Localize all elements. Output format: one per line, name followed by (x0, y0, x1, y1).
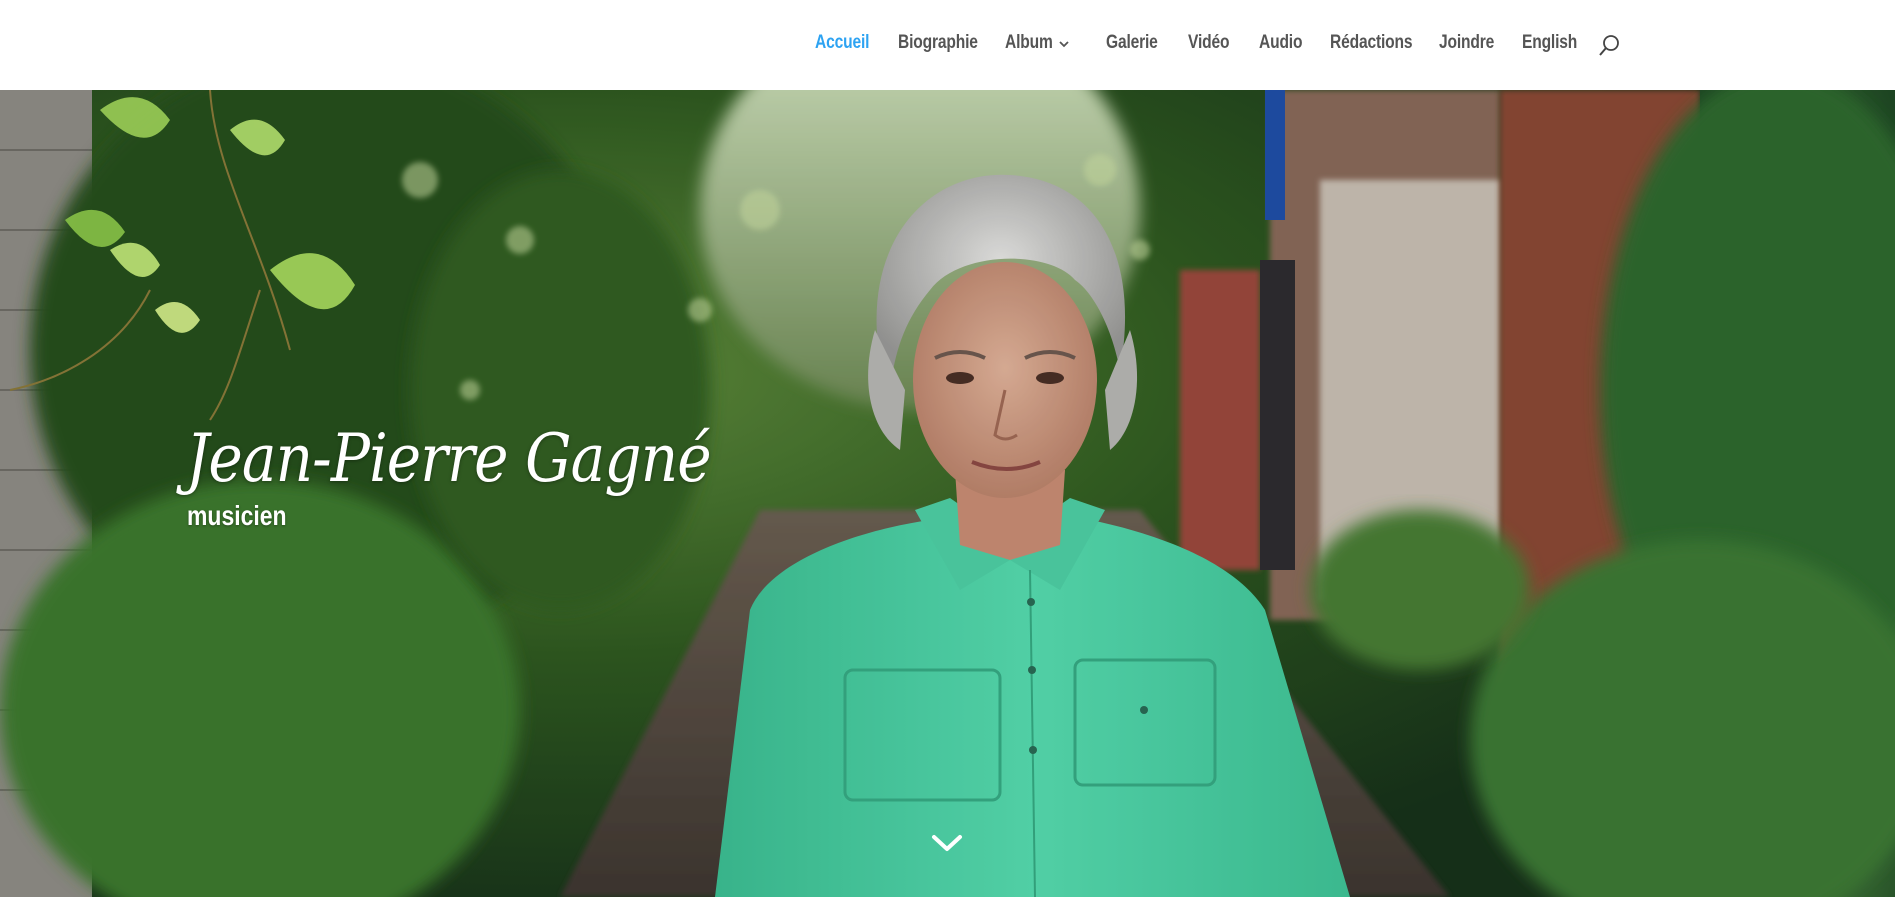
nav-item-audio[interactable]: Audio (1259, 32, 1302, 58)
nav-item-redactions[interactable]: Rédactions (1330, 32, 1413, 58)
hero-section: Jean-Pierre Gagné musicien (0, 90, 1895, 897)
main-nav: Accueil Biographie Album Galerie Vidéo A… (0, 0, 1895, 90)
nav-item-joindre[interactable]: Joindre (1439, 32, 1494, 58)
nav-item-accueil[interactable]: Accueil (815, 32, 869, 58)
nav-item-video[interactable]: Vidéo (1188, 32, 1229, 58)
search-icon[interactable] (1598, 33, 1622, 57)
hero-title: Jean-Pierre Gagné (186, 420, 712, 497)
chevron-down-icon[interactable] (1058, 38, 1070, 50)
nav-item-galerie[interactable]: Galerie (1106, 32, 1158, 58)
nav-item-english[interactable]: English (1522, 32, 1577, 58)
nav-item-biographie[interactable]: Biographie (898, 32, 978, 58)
site-header: Accueil Biographie Album Galerie Vidéo A… (0, 0, 1895, 90)
scroll-down-chevron-icon[interactable] (930, 830, 964, 856)
hero-subtitle: musicien (187, 500, 287, 531)
nav-item-album[interactable]: Album (1005, 32, 1053, 58)
